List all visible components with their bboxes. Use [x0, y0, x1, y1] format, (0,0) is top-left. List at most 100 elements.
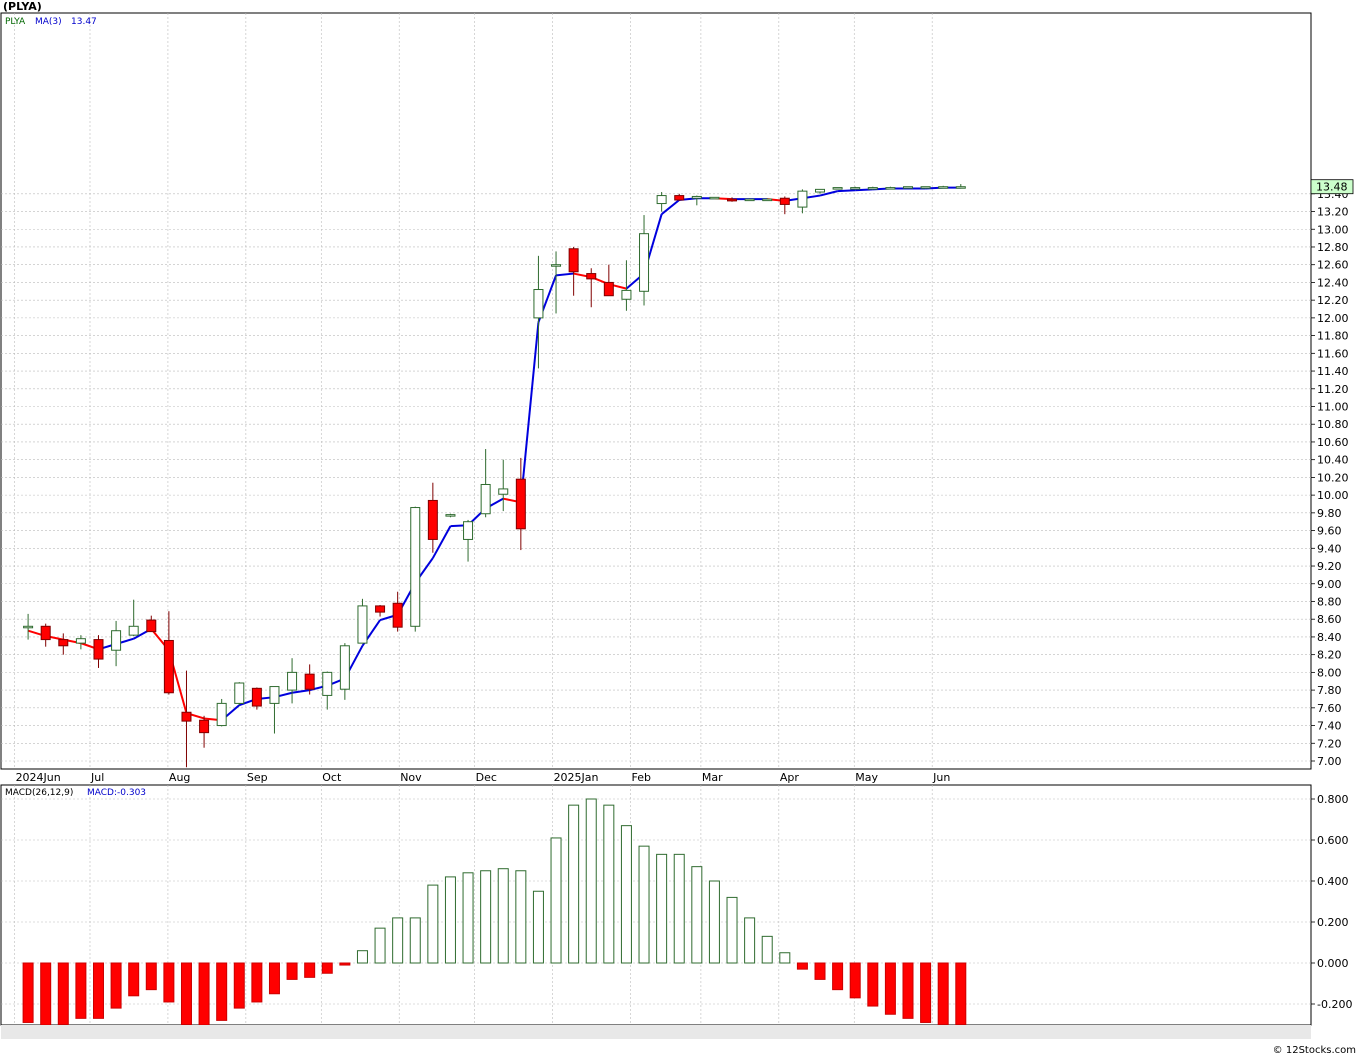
macd-bar: [233, 962, 245, 1009]
price-y-tick-label: 13.20: [1317, 206, 1349, 219]
candle-body: [603, 281, 614, 297]
candle-body: [445, 514, 456, 517]
price-y-tick-label: 10.60: [1317, 436, 1349, 449]
price-y-tick-label: 11.40: [1317, 365, 1349, 378]
macd-bar: [92, 962, 104, 1019]
macd-bar: [920, 962, 932, 1023]
price-x-label: Dec: [476, 771, 497, 784]
macd-bar: [884, 962, 896, 1015]
candle-body: [40, 625, 51, 641]
price-y-tick-label: 11.60: [1317, 347, 1349, 360]
price-y-tick-label: 9.00: [1317, 578, 1342, 591]
candle-body: [551, 264, 562, 267]
candle-body: [287, 671, 298, 691]
macd-bar: [268, 962, 280, 995]
macd-bar: [515, 870, 527, 964]
macd-legend-label: MACD(26,12,9): [5, 788, 73, 798]
macd-bar: [304, 962, 316, 978]
price-x-label: Nov: [400, 771, 422, 784]
price-x-label: 2025Jan: [554, 771, 599, 784]
macd-bar: [867, 962, 879, 1007]
macd-bar: [955, 962, 967, 1025]
candle-body: [691, 195, 702, 199]
price-x-label: Oct: [322, 771, 342, 784]
price-x-label: May: [855, 771, 878, 784]
legend-ma-value: 13.47: [71, 17, 97, 27]
legend-ma-label: MA(3): [35, 17, 62, 27]
candle-body: [251, 687, 262, 707]
macd-bar: [163, 962, 175, 1003]
macd-bar: [339, 962, 351, 966]
macd-bar: [110, 962, 122, 1009]
macd-bar: [832, 962, 844, 991]
price-y-tick-label: 8.60: [1317, 613, 1342, 626]
candle-body: [181, 711, 192, 722]
macd-y-tick-label: 0.000: [1317, 957, 1349, 970]
candle-body: [128, 625, 139, 636]
candle-body: [199, 719, 210, 734]
price-y-tick-label: 7.40: [1317, 720, 1342, 733]
price-x-label: Aug: [169, 771, 190, 784]
price-x-label: Mar: [702, 771, 723, 784]
macd-y-tick-label: 0.800: [1317, 793, 1349, 806]
macd-bar: [902, 962, 914, 1019]
macd-bar: [180, 962, 192, 1025]
candle-body: [938, 186, 949, 189]
macd-bar: [691, 866, 703, 964]
macd-bar: [198, 962, 210, 1026]
candle-body: [832, 187, 843, 190]
price-y-tick-label: 10.80: [1317, 418, 1349, 431]
price-x-label: Apr: [780, 771, 800, 784]
macd-bar: [57, 962, 69, 1025]
candle-body: [797, 190, 808, 208]
candle-body: [586, 273, 597, 280]
price-y-tick-label: 10.20: [1317, 471, 1349, 484]
macd-bar: [814, 962, 826, 980]
stock-chart: 7.00 7.20 7.40 7.60 7.80 8.00 8.20 8.40 8.60 8.80…: [0, 12, 1354, 1039]
price-y-tick-label: 9.80: [1317, 507, 1342, 520]
macd-bar: [656, 853, 668, 964]
candle-body: [674, 195, 685, 201]
candle-body: [269, 686, 280, 704]
candle-body: [744, 198, 755, 202]
price-y-tick-label: 9.20: [1317, 560, 1342, 573]
candle-body: [480, 483, 491, 515]
legend-symbol: PLYA: [5, 17, 26, 27]
macd-y-tick-label: -0.200: [1317, 998, 1352, 1011]
macd-bar: [286, 962, 298, 980]
candle-body: [339, 645, 350, 690]
price-y-tick-label: 7.00: [1317, 755, 1342, 768]
price-y-tick-label: 12.40: [1317, 276, 1349, 289]
macd-bar: [532, 890, 544, 964]
price-y-tick-label: 9.60: [1317, 525, 1342, 538]
macd-bar: [392, 917, 404, 964]
macd-bar: [568, 804, 580, 964]
macd-bar: [620, 825, 632, 964]
candle-body: [815, 188, 826, 193]
candle-body: [568, 248, 579, 273]
macd-bar: [497, 868, 509, 964]
price-x-label: Sep: [247, 771, 268, 784]
price-y-tick-label: 8.20: [1317, 649, 1342, 662]
candle-body: [902, 186, 913, 189]
price-x-label: Jul: [90, 771, 104, 784]
macd-bar: [937, 962, 949, 1025]
candle-body: [23, 625, 34, 629]
macd-bar: [22, 962, 34, 1023]
macd-bar: [603, 804, 615, 964]
macd-bar: [550, 837, 562, 964]
price-y-tick-label: 9.40: [1317, 542, 1342, 555]
macd-bar: [796, 962, 808, 970]
price-y-tick-label: 12.00: [1317, 312, 1349, 325]
candle-body: [304, 673, 315, 690]
macd-bar: [145, 962, 157, 991]
price-y-tick-label: 13.00: [1317, 223, 1349, 236]
candle-body: [93, 639, 104, 660]
macd-bar: [374, 927, 386, 964]
candle-body: [533, 289, 544, 319]
macd-bar: [462, 872, 474, 964]
macd-bar: [40, 962, 52, 1026]
macd-bar: [444, 876, 456, 964]
candle-body: [867, 187, 878, 190]
macd-bar: [638, 845, 650, 964]
